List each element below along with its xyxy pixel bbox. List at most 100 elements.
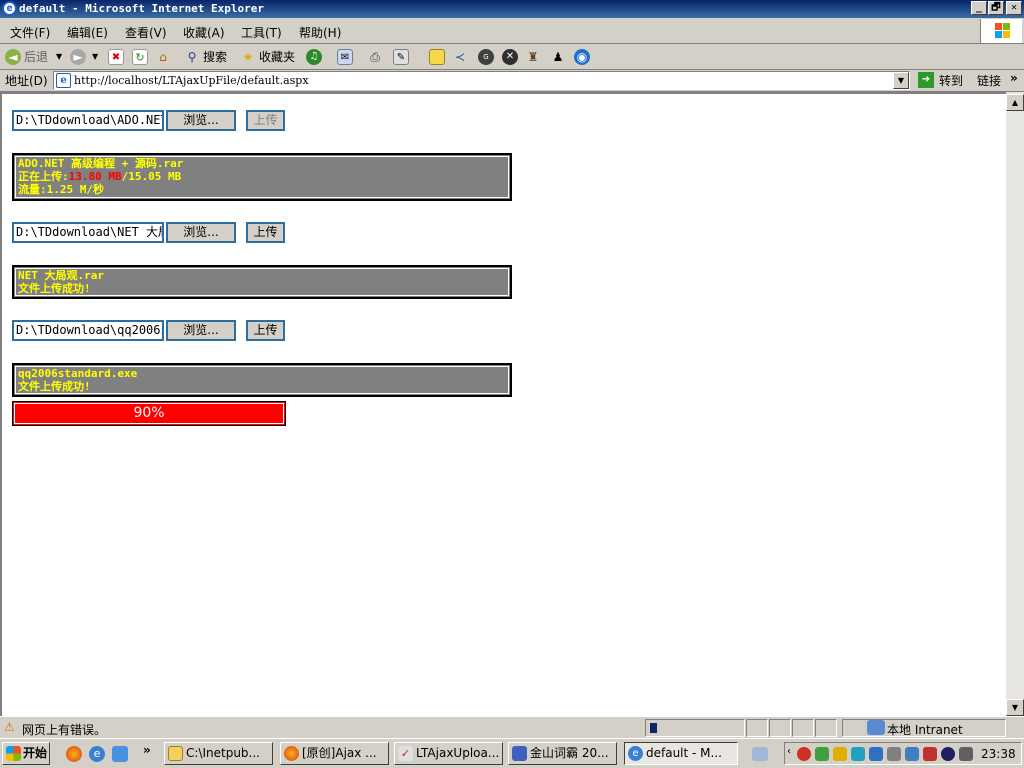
upload-progress-bar: 90% [12, 401, 286, 426]
menu-help[interactable]: 帮助(H) [299, 24, 341, 41]
address-url[interactable]: http://localhost/LTAjaxUpFile/default.as… [74, 74, 309, 87]
ie-logo-icon: e [2, 1, 17, 16]
tray-icon-10[interactable] [959, 747, 973, 761]
page-content: D:\TDdownload\ADO.NET 浏览... 上传 ADO.NET 高… [0, 92, 1006, 716]
close-button[interactable]: ✕ [1006, 1, 1022, 15]
back-button[interactable]: 后退 [24, 48, 48, 66]
go-arrow-icon[interactable]: ➔ [918, 72, 934, 88]
taskbar: 开始 e » C:\Inetpub... [原创]Ajax ... ✓ LTAj… [0, 738, 1024, 768]
network-icon[interactable] [752, 747, 768, 761]
menu-view[interactable]: 查看(V) [125, 24, 167, 41]
tray-icon-3[interactable] [833, 747, 847, 761]
stop-icon[interactable]: ✖ [108, 49, 124, 65]
media-icon[interactable]: ♫ [306, 49, 322, 65]
tray-icon-8[interactable] [923, 747, 937, 761]
task-vs-label: LTAjaxUploa... [416, 746, 500, 760]
status-message[interactable]: 网页上有错误。 [22, 721, 106, 738]
tray-icon-2[interactable] [815, 747, 829, 761]
scroll-up-icon[interactable]: ▲ [1006, 94, 1024, 111]
outlook-quicklaunch-icon[interactable] [112, 746, 128, 762]
menu-tools[interactable]: 工具(T) [241, 24, 282, 41]
research-icon[interactable]: ≺ [452, 49, 468, 65]
file-input-2[interactable]: D:\TDdownload\NET 大局 [12, 222, 164, 243]
refresh-icon[interactable]: ↻ [132, 49, 148, 65]
back-arrow-icon[interactable]: ◄ [5, 49, 21, 65]
block-icon[interactable]: ✕ [502, 49, 518, 65]
game-icon[interactable]: G [478, 49, 494, 65]
edit-icon[interactable]: ✎ [393, 49, 409, 65]
upload-filename-1: ADO.NET 高级编程 + 源码.rar [18, 157, 184, 170]
task-iciba[interactable]: 金山词霸 20... [508, 742, 617, 765]
task-firefox[interactable]: [原创]Ajax ... [280, 742, 389, 765]
tray-icon-6[interactable] [887, 747, 901, 761]
tray-expand-icon[interactable]: ‹ [787, 746, 791, 757]
note-icon[interactable] [429, 49, 445, 65]
browse-button-1[interactable]: 浏览... [166, 110, 236, 131]
iciba-icon [512, 746, 527, 761]
start-button[interactable]: 开始 [2, 742, 50, 765]
messenger-icon[interactable]: ◉ [574, 49, 590, 65]
tray-icon-9[interactable] [941, 747, 955, 761]
tray-icon-4[interactable] [851, 747, 865, 761]
status-pane-4 [815, 719, 837, 737]
tool-icon[interactable]: ♜ [525, 49, 541, 65]
upload-progress-text-1: 正在上传:13.80 MB/15.05 MB [18, 170, 182, 183]
tray-icon-5[interactable] [869, 747, 883, 761]
print-icon[interactable]: ⎙ [367, 49, 383, 65]
search-button[interactable]: 搜索 [203, 48, 227, 66]
task-explorer[interactable]: C:\Inetpub... [164, 742, 273, 765]
upload-success-3: 文件上传成功! [18, 380, 91, 393]
folder-icon [168, 746, 183, 761]
status-progress-fill [650, 723, 657, 733]
favorites-star-icon[interactable]: ★ [240, 49, 256, 65]
go-button[interactable]: 转到 [939, 72, 963, 89]
maximize-button[interactable]: 🗗 [988, 1, 1004, 15]
minimize-button[interactable]: _ [971, 1, 987, 15]
task-vs[interactable]: ✓ LTAjaxUploa... [394, 742, 503, 765]
mail-icon[interactable]: ✉ [337, 49, 353, 65]
address-input[interactable]: e http://localhost/LTAjaxUpFile/default.… [53, 71, 910, 90]
upload-button-2[interactable]: 上传 [246, 222, 285, 243]
search-icon[interactable]: ⚲ [184, 49, 200, 65]
browse-button-3[interactable]: 浏览... [166, 320, 236, 341]
forward-dropdown-icon[interactable]: ▼ [92, 48, 98, 66]
upload-button-3[interactable]: 上传 [246, 320, 285, 341]
favorites-button[interactable]: 收藏夹 [259, 48, 295, 66]
status-pane-3 [792, 719, 814, 737]
home-icon[interactable]: ⌂ [155, 49, 171, 65]
clock[interactable]: 23:38 [981, 747, 1016, 761]
back-dropdown-icon[interactable]: ▼ [56, 48, 62, 66]
browse-button-2[interactable]: 浏览... [166, 222, 236, 243]
file-input-1[interactable]: D:\TDdownload\ADO.NET [12, 110, 164, 131]
firefox-icon [284, 746, 299, 761]
quicklaunch-more-icon[interactable]: » [143, 743, 151, 757]
status-pane-1 [746, 719, 768, 737]
menu-favorites[interactable]: 收藏(A) [183, 24, 225, 41]
forward-arrow-icon[interactable]: ► [70, 49, 86, 65]
qq-penguin-icon[interactable]: ♟ [550, 49, 566, 65]
file-input-3[interactable]: D:\TDdownload\qq2006s [12, 320, 164, 341]
menu-edit[interactable]: 编辑(E) [67, 24, 108, 41]
intranet-icon [867, 720, 885, 735]
warning-icon[interactable]: ⚠ [4, 720, 18, 734]
menu-file[interactable]: 文件(F) [10, 24, 50, 41]
zone-pane: 本地 Intranet [842, 719, 1006, 737]
scroll-down-icon[interactable]: ▼ [1006, 699, 1024, 716]
vertical-scrollbar[interactable]: ▲ ▼ [1006, 92, 1024, 716]
tray-icon-1[interactable] [797, 747, 811, 761]
system-tray: ‹ 23:38 [784, 742, 1022, 765]
upload-success-2: 文件上传成功! [18, 282, 91, 295]
standard-toolbar: ◄ 后退 ▼ ► ▼ ✖ ↻ ⌂ ⚲ 搜索 ★ 收藏夹 ♫ ✉ ⎙ ✎ ≺ G … [0, 44, 1024, 70]
tray-icon-7[interactable] [905, 747, 919, 761]
links-button[interactable]: 链接 [977, 72, 1001, 89]
ie-quicklaunch-icon[interactable]: e [89, 746, 105, 762]
address-dropdown-icon[interactable]: ▼ [893, 72, 909, 89]
address-bar: 地址(D) e http://localhost/LTAjaxUpFile/de… [0, 70, 1024, 92]
upload-filename-3: qq2006standard.exe [18, 367, 138, 380]
page-icon: e [56, 73, 71, 88]
firefox-quicklaunch-icon[interactable] [66, 746, 82, 762]
upload-button-1[interactable]: 上传 [246, 110, 285, 131]
status-pane-2 [769, 719, 791, 737]
links-chevron-icon[interactable]: » [1010, 71, 1018, 85]
task-ie-default[interactable]: e default - M... [624, 742, 738, 765]
